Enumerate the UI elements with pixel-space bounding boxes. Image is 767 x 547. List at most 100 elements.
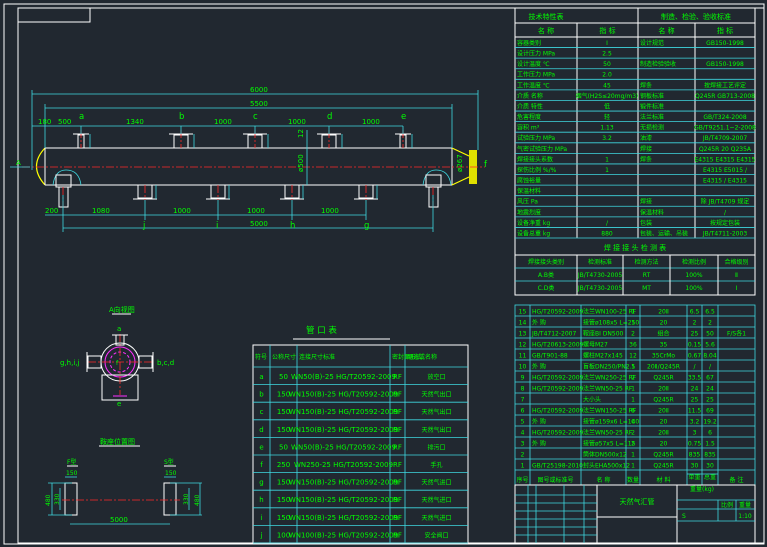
- table-cell: 13: [519, 331, 527, 338]
- spec-label: 探伤比例 %/%: [517, 166, 557, 174]
- spec-value: Ⅰ: [606, 40, 608, 47]
- column-header: 检测比例: [682, 258, 706, 266]
- dimension-label: 1000: [214, 118, 232, 126]
- table-cell: JB/T4712-2007: [531, 331, 576, 338]
- table-cell: 手孔: [430, 461, 442, 469]
- spec-value: 按规定包装: [710, 219, 740, 227]
- table-cell: Ⅱ: [735, 272, 738, 279]
- column-header: 名 称: [538, 26, 554, 35]
- table-cell: 1: [631, 397, 635, 404]
- column-header: 材 料: [657, 476, 671, 484]
- table-cell: 30: [706, 463, 714, 470]
- spec-label: 法兰标准: [640, 113, 664, 121]
- table-cell: GB/T901-88: [532, 353, 568, 360]
- table-cell: 组合: [657, 330, 669, 338]
- table-row: b 150WN150(B)-25 HG/T20592-2009RF 天然气出口: [259, 391, 451, 399]
- table-cell: 24: [691, 386, 699, 393]
- stage-mark: S: [682, 513, 686, 520]
- spec-label: 保温材料: [517, 187, 541, 195]
- table-cell: 天然气出口: [421, 391, 451, 399]
- table-cell: 1: [631, 386, 635, 393]
- table-cell: 50: [279, 373, 288, 381]
- table-cell: 14: [519, 320, 527, 327]
- spec-title-right: 制造、检验、验收标准: [661, 12, 731, 21]
- table-cell: 11: [519, 353, 527, 360]
- table-cell: b: [259, 391, 264, 399]
- column-header: 连接尺寸标准: [299, 353, 335, 361]
- table-cell: 1: [631, 364, 635, 371]
- diameter-label: ø267: [456, 154, 464, 172]
- table-cell: e: [259, 443, 263, 451]
- table-cell: HG/T20592-2009: [532, 408, 584, 415]
- spec-value: 2.0: [602, 72, 612, 79]
- spec-value: Q245R 20 Q235A: [699, 146, 752, 153]
- table-cell: 25: [706, 397, 714, 404]
- table-cell: 35: [660, 342, 668, 349]
- spec-value: 1.13: [600, 125, 614, 132]
- spec-title-left: 技术特性表: [529, 12, 564, 21]
- table-cell: RF: [393, 514, 402, 522]
- table-cell: MT: [642, 285, 651, 292]
- thickness-label: 12: [297, 129, 305, 138]
- table-cell: 2: [631, 441, 635, 448]
- spec-label: 介质 名称: [517, 92, 543, 100]
- column-header: 图号或标准号: [537, 476, 573, 484]
- spec-label: 危害程度: [517, 113, 541, 121]
- table-cell: 2: [631, 331, 635, 338]
- column-header: 数量: [627, 476, 639, 484]
- table-cell: 0.75: [688, 441, 702, 448]
- table-cell: 15: [519, 309, 527, 316]
- column-header: 名 称: [597, 476, 611, 484]
- table-cell: RF: [393, 408, 402, 416]
- table-cell: WN50(B)-25 HG/T20592-2009: [291, 373, 396, 381]
- table-cell: a: [259, 373, 263, 381]
- table-cell: C.D类: [538, 284, 555, 292]
- dimension-label: 330: [183, 493, 190, 505]
- table-cell: 接管ø57x5 L=115: [583, 440, 636, 448]
- nozzle-table-title: 管 口 表: [306, 325, 337, 336]
- nozzle-label: c: [253, 112, 258, 122]
- table-cell: 20: [660, 419, 668, 426]
- saddle-type-label: F型: [67, 458, 76, 466]
- spec-label: 油漆: [640, 134, 652, 142]
- spec-label: 工作压力 MPa: [517, 71, 555, 79]
- table-cell: 法兰WN250-25 RF: [583, 374, 637, 382]
- table-cell: HG/T20592-2009: [532, 430, 584, 437]
- table-cell: 25: [691, 331, 699, 338]
- spec-label: 工作温度 ℃: [517, 81, 550, 89]
- table-cell: 20Ⅱ: [658, 309, 669, 316]
- dimension-label: 200: [45, 207, 58, 215]
- table-cell: 外 购: [532, 319, 546, 327]
- spec-label: 钢板标准: [640, 92, 664, 100]
- table-cell: 835: [689, 452, 701, 459]
- column-header: 合格级别: [724, 258, 748, 266]
- nozzle-label: d: [327, 112, 332, 122]
- table-cell: 螺母M27: [583, 341, 608, 349]
- table-cell: Ⅰ: [736, 285, 738, 292]
- table-cell: RF: [393, 443, 402, 451]
- dimension-label: 1000: [362, 118, 380, 126]
- column-header: 用途或名称: [407, 353, 437, 361]
- spec-value: 45: [603, 82, 611, 89]
- spec-label: 保温材料: [640, 208, 664, 216]
- spec-label: 焊接: [640, 198, 652, 206]
- table-cell: GB/T25198-2010: [532, 463, 583, 470]
- table-cell: 3: [521, 441, 525, 448]
- table-cell: Q245R: [653, 397, 673, 404]
- table-cell: 67: [706, 375, 714, 382]
- table-cell: 6: [631, 408, 635, 415]
- table-cell: 盲板DN250/PN2.5: [583, 363, 635, 371]
- spec-label: 焊接: [640, 145, 652, 153]
- dimension-label: 150: [66, 470, 78, 477]
- spec-label: 介质 特性: [517, 102, 543, 110]
- table-cell: WN250-25 HG/T20592-2009: [294, 461, 393, 469]
- table-cell: j: [260, 531, 263, 539]
- dimension-label: 5500: [250, 100, 268, 108]
- table-cell: A.B类: [538, 271, 554, 279]
- dimension-label: 5000: [110, 516, 128, 524]
- dimension-label: 500: [58, 118, 71, 126]
- spec-value: 2.5: [602, 51, 612, 58]
- table-cell: 2: [631, 375, 635, 382]
- table-cell: RF: [393, 391, 402, 399]
- table-cell: 35CrMo: [652, 353, 675, 360]
